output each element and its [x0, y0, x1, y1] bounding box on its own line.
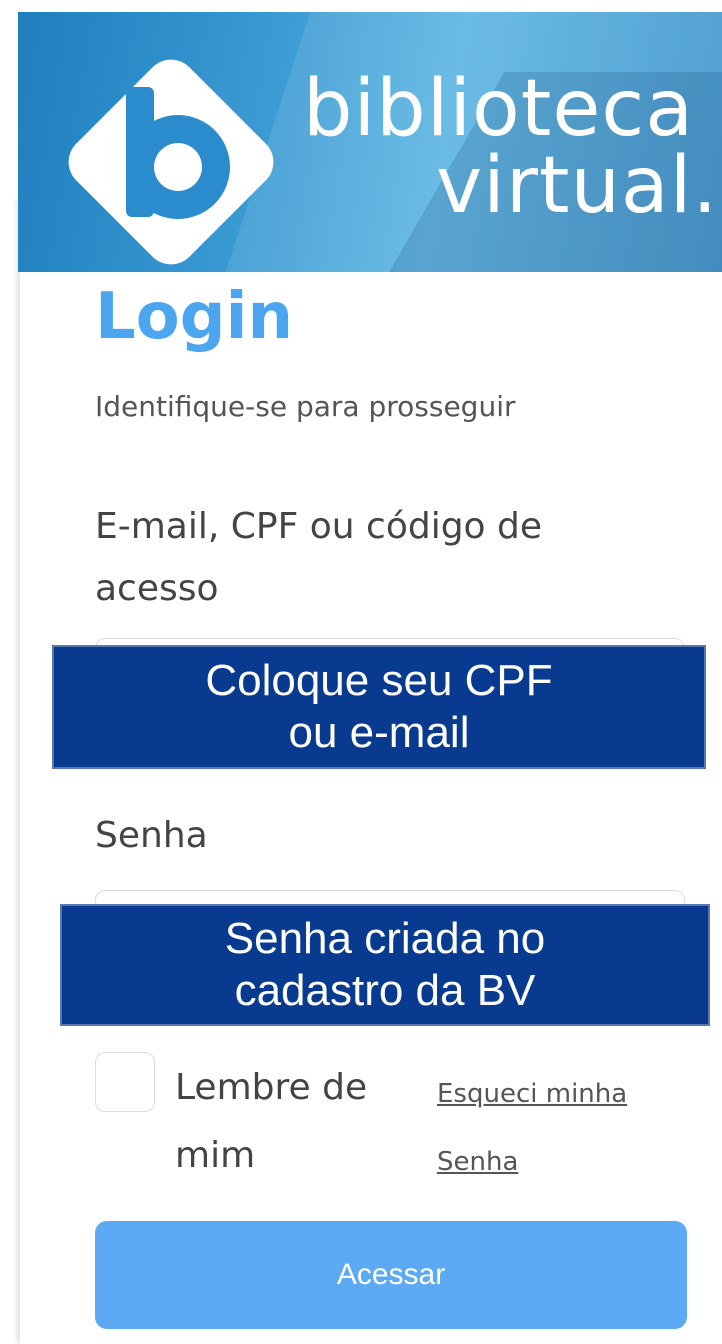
password-callout-line1: Senha criada no: [224, 914, 546, 963]
password-label: Senha: [95, 815, 208, 856]
page-subtitle: Identifique-se para prosseguir: [95, 390, 516, 423]
header-banner: biblioteca virtual.: [18, 12, 722, 272]
identifier-callout-line1: Coloque seu CPF: [205, 656, 553, 705]
remember-me-checkbox[interactable]: [95, 1052, 155, 1112]
identifier-label: E-mail, CPF ou código de acesso: [95, 506, 543, 609]
forgot-password-link[interactable]: Esqueci minha Senha: [437, 1060, 677, 1196]
logo-icon: [68, 59, 274, 265]
password-callout-line2: cadastro da BV: [234, 966, 536, 1015]
remember-me-label[interactable]: Lembre de mim: [175, 1054, 405, 1190]
password-callout: Senha criada no cadastro da BV: [60, 904, 710, 1026]
brand-name-line1: biblioteca: [303, 64, 695, 154]
identifier-callout-line2: ou e-mail: [288, 708, 470, 757]
brand-name-line2: virtual.: [436, 141, 719, 231]
login-submit-button[interactable]: Acessar: [95, 1221, 687, 1329]
identifier-callout: Coloque seu CPF ou e-mail: [52, 645, 706, 769]
page-title: Login: [95, 280, 294, 354]
